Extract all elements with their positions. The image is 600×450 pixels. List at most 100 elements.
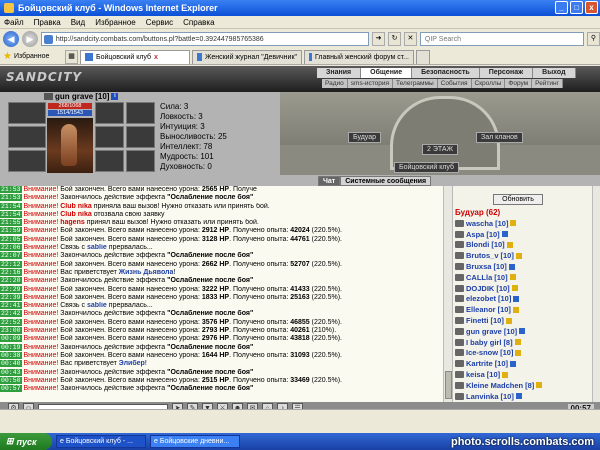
menu-tools[interactable]: Сервис xyxy=(146,18,173,27)
refresh-icon[interactable]: ↻ xyxy=(388,32,401,46)
user-list-item[interactable]: CALLla [10] xyxy=(455,272,600,283)
message-time[interactable]: 00:38 xyxy=(0,351,22,359)
user-list-item[interactable]: keisa [10] xyxy=(455,369,600,380)
message-time[interactable]: 00:09 xyxy=(0,335,22,343)
go-icon[interactable]: ➜ xyxy=(372,32,386,46)
forward-button[interactable]: ▶ xyxy=(21,31,38,47)
menu-knowledge[interactable]: Знания xyxy=(317,68,362,78)
equipment-slot[interactable] xyxy=(8,102,46,124)
message-time[interactable]: 00:40 xyxy=(0,360,22,368)
user-list-item[interactable]: Bruxsa [10] xyxy=(455,261,600,272)
message-time[interactable]: 23:00 xyxy=(0,327,22,335)
menu-favorites[interactable]: Избранное xyxy=(95,18,136,27)
sub-scrolls[interactable]: Скроллы xyxy=(471,79,506,88)
info-icon[interactable] xyxy=(513,295,520,302)
info-icon[interactable] xyxy=(501,231,508,238)
tab-combats[interactable]: Бойцовский клуб x xyxy=(80,49,190,64)
tab-system-messages[interactable]: Системные сообщения xyxy=(340,176,432,186)
message-time[interactable]: 21:59 xyxy=(0,227,22,235)
equipment-slot[interactable] xyxy=(126,150,155,172)
back-button[interactable]: ◀ xyxy=(3,31,19,47)
sub-rating[interactable]: Рейтинг xyxy=(532,79,564,88)
info-icon[interactable] xyxy=(515,252,522,259)
user-list-scrollbar[interactable] xyxy=(592,186,600,402)
user-name[interactable]: elezobet xyxy=(466,294,496,303)
menu-communication[interactable]: Общение xyxy=(361,68,413,78)
sub-sms-history[interactable]: sms-история xyxy=(347,79,394,88)
menu-file[interactable]: Файл xyxy=(4,18,24,27)
info-icon[interactable] xyxy=(502,371,509,378)
info-icon[interactable] xyxy=(505,317,512,324)
info-icon[interactable] xyxy=(510,360,517,367)
message-time[interactable]: 22:41 xyxy=(0,302,22,310)
character-name[interactable]: gun grave [10] i xyxy=(44,92,119,101)
scroll-thumb[interactable] xyxy=(445,371,452,399)
info-icon[interactable] xyxy=(515,393,522,400)
tab-chat[interactable]: Чат xyxy=(318,176,341,186)
user-name[interactable]: Lanvinka xyxy=(466,392,499,401)
message-time[interactable]: 00:19 xyxy=(0,343,22,351)
user-name[interactable]: DOJDIK xyxy=(466,284,494,293)
refresh-button[interactable]: Обновить xyxy=(493,194,543,205)
search-input[interactable]: QIP Search xyxy=(419,32,585,46)
taskbar-item[interactable]: e Бойцовский клуб - ... xyxy=(56,435,146,448)
message-time[interactable]: 21:55 xyxy=(0,219,22,227)
user-name[interactable]: Brutos_v xyxy=(466,251,499,260)
user-name[interactable]: I baby girl xyxy=(466,338,501,347)
player-link[interactable]: sablie xyxy=(87,244,107,251)
user-name[interactable]: wascha xyxy=(466,219,493,228)
user-list-item[interactable]: Brutos_v [10] xyxy=(455,250,600,261)
user-name[interactable]: Bruxsa xyxy=(466,262,491,271)
message-time[interactable]: 00:57 xyxy=(0,385,22,393)
player-link[interactable]: Club nika xyxy=(60,203,92,210)
quick-tabs-icon[interactable]: ▦ xyxy=(65,49,78,64)
info-icon[interactable] xyxy=(515,349,522,356)
message-time[interactable]: 00:43 xyxy=(0,368,22,376)
new-tab-button[interactable] xyxy=(416,49,430,64)
search-icon[interactable]: ⚲ xyxy=(587,32,600,46)
equipment-slot[interactable] xyxy=(8,126,46,148)
maximize-button[interactable]: □ xyxy=(570,1,583,14)
info-icon[interactable] xyxy=(508,263,515,270)
user-name[interactable]: Elleanor xyxy=(466,305,496,314)
user-name[interactable]: gun grave xyxy=(466,327,502,336)
tab-magazine[interactable]: Женский журнал "Девичник" xyxy=(192,49,302,64)
sub-forum[interactable]: Форум xyxy=(505,79,533,88)
message-time[interactable]: 22:39 xyxy=(0,293,22,301)
boudoir-link[interactable]: Будуар xyxy=(348,132,381,143)
message-time[interactable]: 21:53 xyxy=(0,186,22,193)
message-time[interactable]: 22:52 xyxy=(0,318,22,326)
character-portrait[interactable] xyxy=(47,118,93,173)
info-icon[interactable] xyxy=(511,285,518,292)
taskbar-item[interactable]: e Бойцовские дневни... xyxy=(150,435,240,448)
user-name[interactable]: Finetti xyxy=(466,316,489,325)
player-link[interactable]: Жизнь Дьявола xyxy=(119,269,174,276)
user-list-item[interactable]: DOJDIK [10] xyxy=(455,283,600,294)
menu-security[interactable]: Безопасность xyxy=(412,68,480,78)
url-field[interactable]: http://sandcity.combats.com/buttons.pl?b… xyxy=(40,32,370,46)
user-list-item[interactable]: gun grave [10] xyxy=(455,326,600,337)
message-time[interactable]: 21:54 xyxy=(0,202,22,210)
user-list-item[interactable]: Ice-snow [10] xyxy=(455,348,600,359)
close-button[interactable]: x xyxy=(585,1,598,14)
user-name[interactable]: CALLla xyxy=(466,273,492,282)
info-icon[interactable] xyxy=(506,241,513,248)
player-link[interactable]: Элибер xyxy=(119,360,145,367)
info-icon[interactable] xyxy=(510,220,517,227)
message-time[interactable]: 22:20 xyxy=(0,277,22,285)
equipment-slot[interactable] xyxy=(95,150,124,172)
equipment-slot[interactable] xyxy=(126,102,155,124)
user-list-item[interactable]: elezobet [10] xyxy=(455,294,600,305)
user-list-item[interactable]: Blondi [10] xyxy=(455,240,600,251)
info-icon[interactable] xyxy=(519,328,526,335)
user-list-item[interactable]: Finetti [10] xyxy=(455,315,600,326)
user-name[interactable]: Kartrite xyxy=(466,359,493,368)
message-time[interactable]: 22:42 xyxy=(0,310,22,318)
equipment-slot[interactable] xyxy=(95,102,124,124)
equipment-slot[interactable] xyxy=(8,150,46,172)
player-link[interactable]: sablie xyxy=(87,302,107,309)
info-icon[interactable]: i xyxy=(111,93,119,100)
user-name[interactable]: keisa xyxy=(466,370,485,379)
menu-view[interactable]: Вид xyxy=(71,18,85,27)
message-time[interactable]: 21:54 xyxy=(0,210,22,218)
